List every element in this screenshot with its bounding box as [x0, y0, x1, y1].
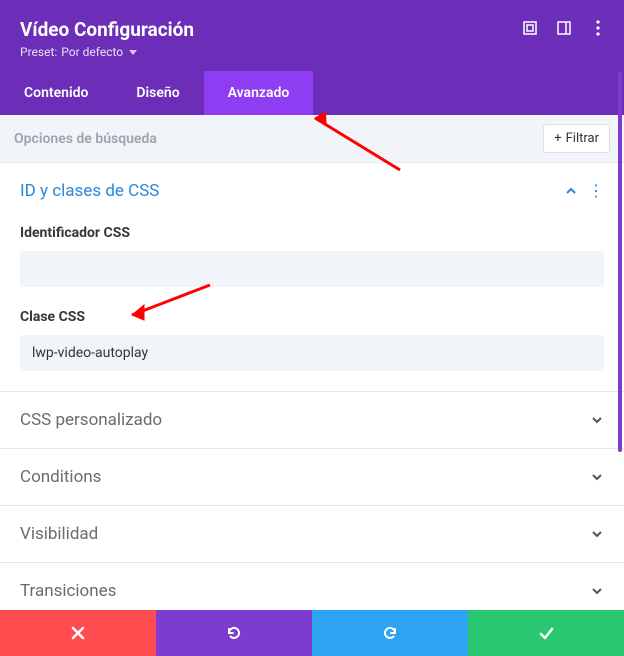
chevron-down-icon — [590, 527, 604, 541]
search-placeholder[interactable]: Opciones de búsqueda — [14, 131, 157, 147]
tab-design[interactable]: Diseño — [112, 71, 203, 115]
section-actions: ⋮ — [564, 183, 604, 199]
preset-prefix: Preset: — [20, 45, 57, 59]
css-id-label: Identificador CSS — [20, 225, 604, 241]
filter-label: Filtrar — [566, 131, 599, 146]
section-header-conditions[interactable]: Conditions — [0, 449, 624, 505]
modal-title: Vídeo Configuración — [20, 18, 604, 41]
expand-icon[interactable] — [522, 20, 538, 36]
tab-content[interactable]: Contenido — [0, 71, 112, 115]
section-header-transitions[interactable]: Transiciones — [0, 563, 624, 610]
video-settings-modal: Vídeo Configuración Preset: Por defecto … — [0, 0, 624, 656]
check-icon — [538, 625, 554, 641]
caret-down-icon — [127, 45, 137, 59]
section-conditions: Conditions — [0, 449, 624, 506]
close-icon — [71, 626, 85, 640]
redo-icon — [381, 624, 399, 642]
panel-icon[interactable] — [556, 20, 572, 36]
section-header-custom-css[interactable]: CSS personalizado — [0, 392, 624, 448]
section-custom-css: CSS personalizado — [0, 392, 624, 449]
undo-icon — [225, 624, 243, 642]
section-title: CSS personalizado — [20, 410, 162, 430]
preset-value: Por defecto — [61, 45, 123, 59]
section-header-css-id[interactable]: ID y clases de CSS ⋮ — [0, 163, 624, 219]
section-title: ID y clases de CSS — [20, 181, 159, 201]
css-class-label: Clase CSS — [20, 309, 604, 325]
chevron-up-icon[interactable] — [564, 184, 578, 198]
more-icon[interactable] — [590, 20, 606, 36]
tab-bar: Contenido Diseño Avanzado — [0, 71, 624, 115]
settings-content: ID y clases de CSS ⋮ Identificador CSS C… — [0, 163, 624, 610]
section-more-icon[interactable]: ⋮ — [588, 183, 604, 199]
section-title: Transiciones — [20, 581, 116, 601]
css-class-input[interactable] — [20, 335, 604, 371]
section-title: Visibilidad — [20, 524, 98, 544]
section-visibility: Visibilidad — [0, 506, 624, 563]
undo-button[interactable] — [156, 610, 312, 656]
chevron-down-icon — [590, 413, 604, 427]
section-header-visibility[interactable]: Visibilidad — [0, 506, 624, 562]
cancel-button[interactable] — [0, 610, 156, 656]
chevron-down-icon — [590, 584, 604, 598]
redo-button[interactable] — [312, 610, 468, 656]
tab-advanced[interactable]: Avanzado — [204, 71, 314, 115]
section-title: Conditions — [20, 467, 101, 487]
modal-footer — [0, 610, 624, 656]
header-actions — [522, 20, 606, 36]
save-button[interactable] — [468, 610, 624, 656]
scrollbar-thumb[interactable] — [618, 72, 622, 452]
filter-button[interactable]: + Filtrar — [543, 124, 610, 153]
chevron-down-icon — [590, 470, 604, 484]
section-css-id-classes: ID y clases de CSS ⋮ Identificador CSS C… — [0, 163, 624, 392]
preset-selector[interactable]: Preset: Por defecto — [20, 45, 604, 59]
section-transitions: Transiciones — [0, 563, 624, 610]
section-body-css-id: Identificador CSS Clase CSS — [0, 225, 624, 391]
modal-header: Vídeo Configuración Preset: Por defecto — [0, 0, 624, 71]
search-row: Opciones de búsqueda + Filtrar — [0, 115, 624, 163]
css-id-input[interactable] — [20, 251, 604, 287]
plus-icon: + — [554, 131, 561, 146]
